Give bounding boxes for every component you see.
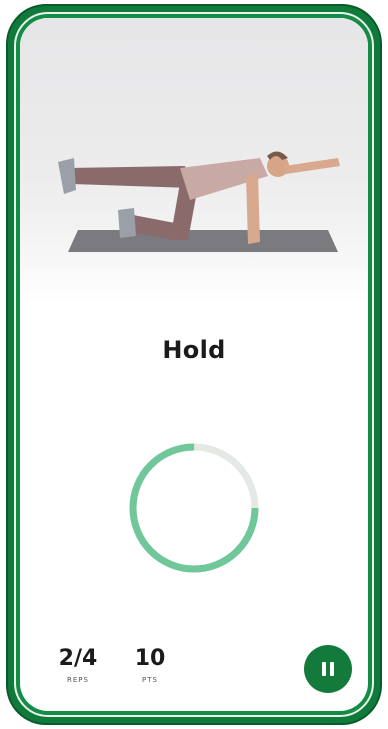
pause-button[interactable] bbox=[304, 645, 352, 693]
pause-icon bbox=[320, 662, 336, 676]
points-value: 10 bbox=[134, 646, 166, 671]
device-frame: Hold 2/4 REPS 10 PTS bbox=[6, 4, 382, 725]
reps-counter: 2/4 REPS bbox=[54, 646, 102, 684]
yoga-mat bbox=[68, 230, 338, 252]
app-screen: Hold 2/4 REPS 10 PTS bbox=[20, 18, 368, 711]
extended-leg bbox=[68, 166, 192, 188]
front-shoe bbox=[118, 208, 136, 238]
rear-shoe bbox=[58, 158, 76, 194]
hold-timer-ring bbox=[129, 443, 259, 573]
bird-dog-pose-illustration bbox=[58, 151, 340, 252]
reps-label: REPS bbox=[67, 676, 89, 684]
points-counter: 10 PTS bbox=[128, 646, 172, 684]
exercise-image bbox=[20, 18, 368, 303]
reps-value: 2/4 bbox=[58, 646, 98, 671]
extended-arm bbox=[284, 158, 340, 174]
supporting-arm bbox=[246, 174, 260, 244]
exercise-instruction: Hold bbox=[162, 336, 226, 364]
points-label: PTS bbox=[142, 676, 158, 684]
